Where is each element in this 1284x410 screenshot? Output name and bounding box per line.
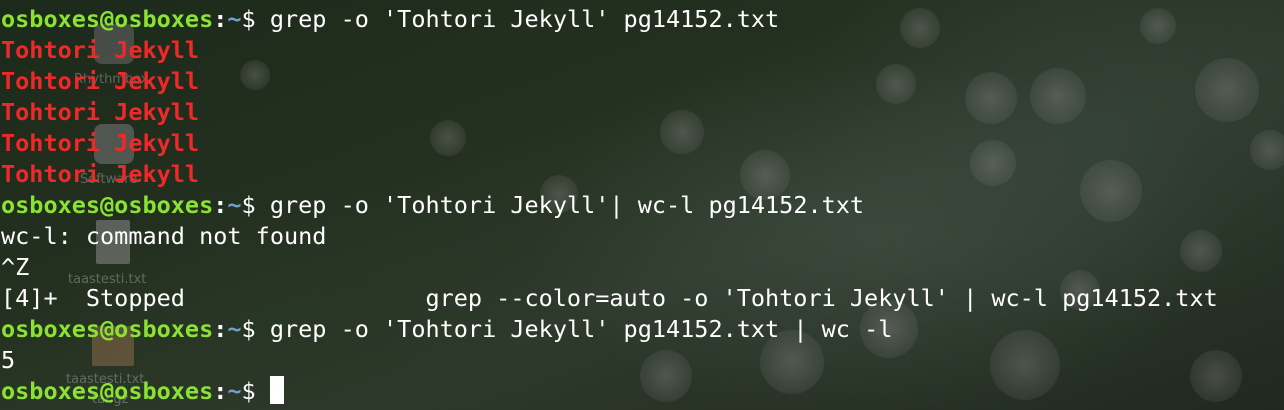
prompt-separator: :: [213, 315, 228, 343]
command-text: grep -o 'Tohtori Jekyll'| wc-l pg14152.t…: [255, 191, 865, 219]
command-text: grep -o 'Tohtori Jekyll' pg14152.txt: [255, 5, 780, 33]
terminal-line-match: Tohtori Jekyll: [0, 97, 1284, 128]
terminal-line-count: 5: [0, 345, 1284, 376]
command-input[interactable]: [256, 377, 270, 405]
text-cursor: [269, 376, 284, 404]
terminal-line-match: Tohtori Jekyll: [0, 66, 1284, 97]
terminal-line-match: Tohtori Jekyll: [0, 159, 1284, 190]
grep-match: Tohtori Jekyll: [1, 67, 200, 95]
prompt-user-host: osboxes@osboxes: [1, 191, 214, 219]
terminal-line-cmd1: osboxes@osboxes:~$ grep -o 'Tohtori Jeky…: [0, 4, 1284, 35]
prompt-user-host: osboxes@osboxes: [1, 5, 214, 33]
terminal-line-match: Tohtori Jekyll: [0, 35, 1284, 66]
grep-match: Tohtori Jekyll: [1, 98, 200, 126]
prompt-path: ~: [227, 191, 242, 219]
grep-match: Tohtori Jekyll: [1, 160, 200, 188]
prompt-separator: :: [213, 191, 228, 219]
suspend-signal: ^Z: [1, 253, 30, 281]
job-status: [4]+ Stopped grep --color=auto -o 'Tohto…: [1, 284, 1218, 312]
prompt-user-host: osboxes@osboxes: [1, 377, 214, 405]
prompt-symbol: $: [241, 5, 256, 33]
prompt-separator: :: [213, 5, 228, 33]
terminal-line-ctrlz: ^Z: [0, 252, 1284, 283]
grep-match: Tohtori Jekyll: [1, 129, 200, 157]
prompt-symbol: $: [241, 377, 256, 405]
prompt-user-host: osboxes@osboxes: [1, 315, 214, 343]
prompt-separator: :: [213, 377, 228, 405]
prompt-path: ~: [227, 5, 242, 33]
prompt-path: ~: [227, 315, 242, 343]
terminal-line-job-stopped: [4]+ Stopped grep --color=auto -o 'Tohto…: [0, 283, 1284, 314]
prompt-path: ~: [227, 377, 242, 405]
terminal-output[interactable]: osboxes@osboxes:~$ grep -o 'Tohtori Jeky…: [0, 0, 1284, 410]
count-output: 5: [1, 346, 16, 374]
terminal-line-prompt[interactable]: osboxes@osboxes:~$: [0, 376, 1284, 407]
prompt-symbol: $: [241, 191, 256, 219]
terminal-line-cmd3: osboxes@osboxes:~$ grep -o 'Tohtori Jeky…: [0, 314, 1284, 345]
terminal-line-match: Tohtori Jekyll: [0, 128, 1284, 159]
error-message: wc-l: command not found: [1, 222, 327, 250]
terminal-line-cmd2: osboxes@osboxes:~$ grep -o 'Tohtori Jeky…: [0, 190, 1284, 221]
prompt-symbol: $: [241, 315, 256, 343]
grep-match: Tohtori Jekyll: [1, 36, 200, 64]
command-text: grep -o 'Tohtori Jekyll' pg14152.txt | w…: [255, 315, 893, 343]
terminal-line-error: wc-l: command not found: [0, 221, 1284, 252]
